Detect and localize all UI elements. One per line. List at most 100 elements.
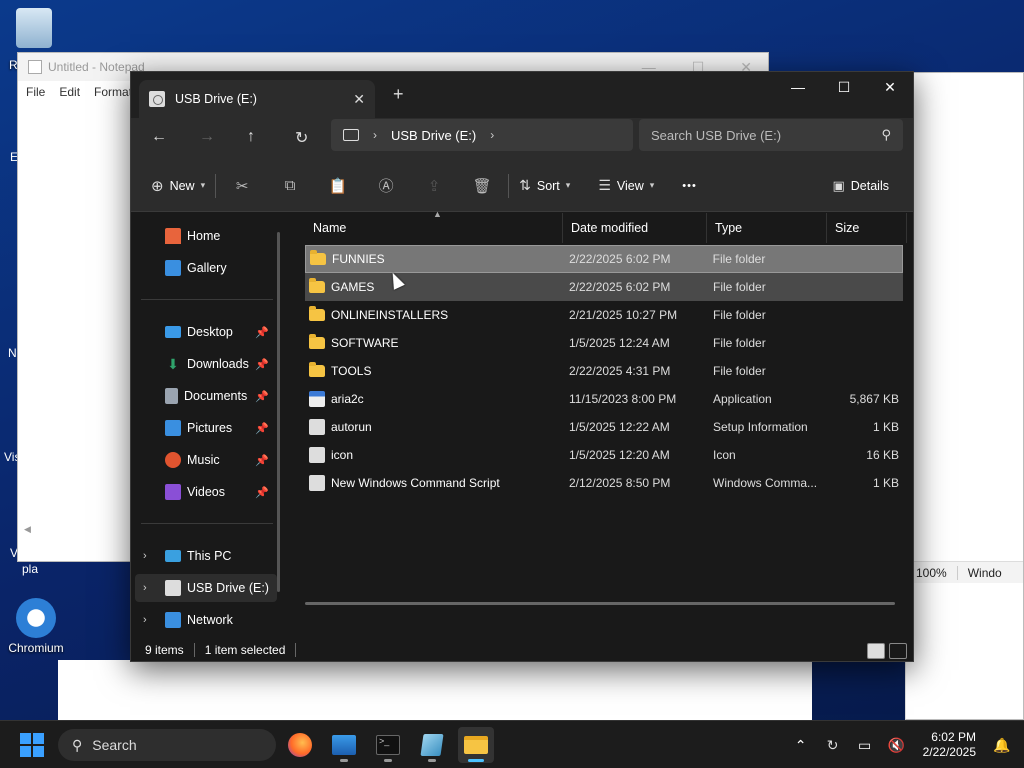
chevron-right-icon[interactable]: › <box>143 550 147 562</box>
sidebar-item-gallery[interactable]: Gallery <box>135 254 277 282</box>
menu-format[interactable]: Format <box>94 85 132 99</box>
copy-icon[interactable]: ⧉ <box>274 177 306 194</box>
windows-logo-icon <box>33 746 44 757</box>
taskbar-search[interactable]: ⚲ Search <box>58 729 276 761</box>
sidebar-item-documents[interactable]: Documents 📌 <box>135 382 277 410</box>
clock-date: 2/22/2025 <box>922 745 976 759</box>
explorer-tab[interactable]: USB Drive (E:) ✕ <box>139 80 375 118</box>
recycle-bin-icon <box>16 8 52 48</box>
file-type: File folder <box>713 336 766 350</box>
close-tab-icon[interactable]: ✕ <box>353 91 365 108</box>
start-button[interactable] <box>20 733 44 757</box>
file-row[interactable]: ONLINEINSTALLERS 2/21/2025 10:27 PM File f… <box>305 301 903 329</box>
file-date: 2/21/2025 10:27 PM <box>569 308 678 322</box>
paste-icon[interactable]: 📋 <box>322 177 354 195</box>
file-row[interactable]: aria2c 11/15/2023 8:00 PM Application 5,867… <box>305 385 903 413</box>
sidebar-item-videos[interactable]: Videos 📌 <box>135 478 277 506</box>
sidebar-item-downloads[interactable]: ⬇ Downloads 📌 <box>135 350 277 378</box>
desktop-icon-chromium[interactable]: Chromium <box>6 598 66 655</box>
file-explorer-window[interactable]: USB Drive (E:) ✕ + — ☐ ✕ ← → ↑ ↻ › USB D… <box>130 71 914 662</box>
taskbar-notepad[interactable] <box>414 727 450 763</box>
taskbar-search-label: Search <box>92 737 137 753</box>
taskbar-app-1[interactable] <box>326 727 362 763</box>
sidebar-scrollbar[interactable] <box>277 232 280 592</box>
selection-count: 1 item selected <box>204 643 286 657</box>
view-icon: ☰ <box>598 177 611 193</box>
file-row[interactable]: autorun 1/5/2025 12:22 AM Setup Informatio… <box>305 413 903 441</box>
file-row[interactable]: TOOLS 2/22/2025 4:31 PM File folder <box>305 357 903 385</box>
chevron-right-icon[interactable]: › <box>143 614 147 626</box>
notepad-hscroll-left-icon[interactable]: ◀ <box>24 524 31 535</box>
file-date: 2/22/2025 4:31 PM <box>569 364 671 378</box>
network-icon[interactable]: ▭ <box>849 737 881 754</box>
new-button[interactable]: ⊕ New ▾ <box>151 177 205 195</box>
menu-edit[interactable]: Edit <box>59 85 80 99</box>
forward-arrow-icon[interactable]: → <box>199 128 215 146</box>
file-row[interactable]: icon 1/5/2025 12:20 AM Icon 16 KB <box>305 441 903 469</box>
search-input[interactable]: Search USB Drive (E:) ⚲ <box>639 119 903 151</box>
rename-icon[interactable]: Ⓐ <box>370 175 402 196</box>
pin-icon[interactable]: 📌 <box>255 486 269 499</box>
sidebar-item-this-pc[interactable]: › This PC <box>135 542 277 570</box>
taskbar-terminal[interactable]: >_ <box>370 727 406 763</box>
refresh-icon[interactable]: ↻ <box>295 128 308 148</box>
file-row[interactable]: New Windows Command Script 2/12/2025 8:50… <box>305 469 903 497</box>
volume-muted-icon[interactable]: 🔇 <box>881 737 913 754</box>
minimize-button[interactable]: — <box>775 72 821 102</box>
close-button[interactable]: ✕ <box>867 72 913 102</box>
file-size: 1 KB <box>872 420 899 434</box>
windows-logo-icon <box>33 733 44 744</box>
sidebar-item-network[interactable]: › Network <box>135 606 277 634</box>
file-size: 1 KB <box>872 476 899 490</box>
sidebar-item-home[interactable]: Home <box>135 222 277 250</box>
sync-icon[interactable]: ↻ <box>817 737 849 754</box>
notification-bell-icon[interactable]: 🔔 <box>986 737 1018 754</box>
delete-icon[interactable]: 🗑 <box>466 177 498 195</box>
column-header-type[interactable]: Type <box>707 213 827 243</box>
this-pc-icon[interactable] <box>343 129 359 141</box>
back-arrow-icon[interactable]: ← <box>151 128 167 146</box>
file-row[interactable]: FUNNIES 2/22/2025 6:02 PM File folder <box>305 245 903 273</box>
chevron-right-icon[interactable]: › <box>373 128 377 142</box>
pin-icon[interactable]: 📌 <box>255 422 269 435</box>
tiles-view-icon[interactable] <box>889 643 907 659</box>
address-bar[interactable]: › USB Drive (E:) › <box>331 119 633 151</box>
horizontal-scrollbar[interactable] <box>305 602 895 605</box>
explorer-titlebar[interactable]: USB Drive (E:) ✕ + — ☐ ✕ <box>131 72 913 118</box>
column-header-date-modified[interactable]: Date modified <box>563 213 707 243</box>
pin-icon[interactable]: 📌 <box>255 454 269 467</box>
more-options-button[interactable]: ••• <box>682 180 697 192</box>
taskbar-firefox[interactable] <box>282 727 318 763</box>
new-tab-button[interactable]: + <box>393 84 404 105</box>
windows-logo-icon <box>20 746 31 757</box>
up-arrow-icon[interactable]: ↑ <box>247 128 255 146</box>
details-button[interactable]: ▣ Details <box>832 178 889 194</box>
cut-icon[interactable]: ✂ <box>226 177 258 195</box>
sidebar-item-usb-drive[interactable]: › USB Drive (E:) <box>135 574 277 602</box>
share-icon[interactable]: ⇪ <box>418 177 450 195</box>
breadcrumb-usb-drive[interactable]: USB Drive (E:) <box>391 128 476 143</box>
sidebar-item-pictures[interactable]: Pictures 📌 <box>135 414 277 442</box>
background-window-right[interactable]: 100% Windo <box>905 72 1024 720</box>
file-row[interactable]: SOFTWARE 1/5/2025 12:24 AM File folder <box>305 329 903 357</box>
menu-file[interactable]: File <box>26 85 45 99</box>
sidebar-item-music[interactable]: Music 📌 <box>135 446 277 474</box>
pin-icon[interactable]: 📌 <box>255 326 269 339</box>
desktop-icon-recycle-bin[interactable]: R <box>6 8 62 72</box>
pin-icon[interactable]: 📌 <box>255 390 269 403</box>
sidebar-item-label: Videos <box>187 485 225 499</box>
details-view-icon[interactable] <box>867 643 885 659</box>
column-header-size[interactable]: Size <box>827 213 907 243</box>
column-header-name[interactable]: Name <box>289 213 563 243</box>
taskbar-file-explorer[interactable] <box>458 727 494 763</box>
sort-button[interactable]: ⇅ Sort ▾ <box>519 177 570 194</box>
chevron-down-icon: ▾ <box>200 180 206 190</box>
pin-icon[interactable]: 📌 <box>255 358 269 371</box>
chevron-up-icon[interactable]: ⌃ <box>785 737 817 754</box>
sidebar-item-desktop[interactable]: Desktop 📌 <box>135 318 277 346</box>
maximize-button[interactable]: ☐ <box>821 72 867 102</box>
clock[interactable]: 6:02 PM 2/22/2025 <box>913 730 986 760</box>
chevron-right-icon[interactable]: › <box>143 582 147 594</box>
view-button[interactable]: ☰ View ▾ <box>598 177 654 194</box>
chevron-right-icon[interactable]: › <box>490 128 494 142</box>
